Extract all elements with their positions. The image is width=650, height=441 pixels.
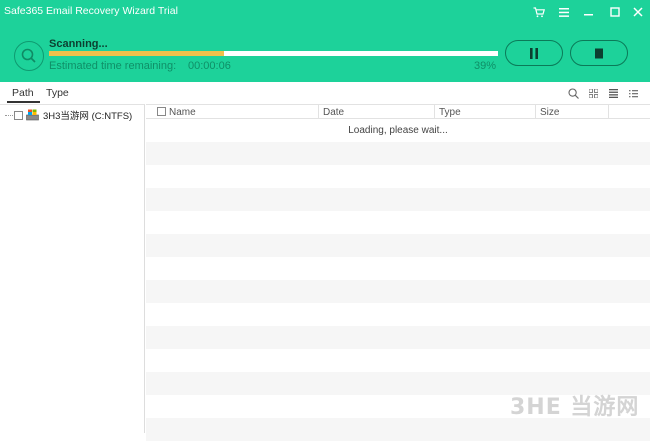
table-row [146, 303, 650, 326]
drive-icon [26, 109, 39, 121]
table-row [146, 280, 650, 303]
tree-connector [5, 114, 13, 116]
search-icon [21, 48, 36, 63]
tab-type[interactable]: Type [46, 87, 69, 99]
column-divider[interactable] [318, 105, 319, 119]
table-row [146, 326, 650, 349]
pause-button[interactable] [505, 40, 563, 66]
column-date[interactable]: Date [323, 107, 344, 118]
drive-checkbox[interactable] [14, 110, 23, 120]
loading-message: Loading, please wait... [348, 125, 448, 136]
drive-label: 3H3当游网 (C:NTFS) [43, 111, 133, 122]
column-divider[interactable] [608, 105, 609, 119]
stop-button[interactable] [570, 40, 628, 66]
column-divider[interactable] [535, 105, 536, 119]
table-row [146, 257, 650, 280]
table-row [146, 211, 650, 234]
app-title: Safe365 Email Recovery Wizard Trial [4, 5, 178, 17]
column-name[interactable]: Name [169, 107, 196, 118]
scan-status-label: Scanning... [49, 38, 108, 50]
pause-icon [530, 47, 538, 59]
scan-progress-fill [49, 51, 225, 56]
stop-icon [595, 48, 603, 58]
estimated-time-label: Estimated time remaining: [49, 60, 177, 72]
progress-percent: 39% [473, 60, 496, 72]
column-type[interactable]: Type [439, 107, 461, 118]
scan-progress-bar [49, 51, 498, 56]
tab-path[interactable]: Path [12, 87, 34, 99]
table-row [146, 142, 650, 165]
cart-icon[interactable] [530, 4, 548, 20]
tree-item-drive[interactable]: 3H3当游网 (C:NTFS) [5, 108, 132, 122]
path-tree-panel: 3H3当游网 (C:NTFS) [0, 104, 145, 433]
file-list-panel: Name Date Type Size Loading, please wait… [146, 104, 650, 441]
close-icon[interactable] [629, 4, 647, 20]
table-row [146, 349, 650, 372]
column-size[interactable]: Size [540, 107, 559, 118]
table-row [146, 234, 650, 257]
detail-view-icon[interactable] [627, 87, 639, 99]
table-row [146, 165, 650, 188]
active-tab-indicator [7, 101, 40, 103]
scan-status-circle [14, 41, 44, 71]
menu-icon[interactable] [555, 4, 573, 20]
estimated-time-value: 00:00:06 [188, 60, 231, 72]
list-view-icon[interactable] [607, 87, 619, 99]
table-row [146, 418, 650, 441]
column-divider[interactable] [434, 105, 435, 119]
view-tabs: Path Type [0, 84, 146, 104]
watermark: 3HE 当游网 [510, 395, 640, 420]
minimize-icon[interactable] [580, 4, 598, 20]
search-icon[interactable] [567, 87, 579, 99]
select-all-checkbox[interactable] [157, 107, 166, 116]
table-row [146, 188, 650, 211]
maximize-icon[interactable] [606, 4, 624, 20]
header-bar: Safe365 Email Recovery Wizard Trial Scan… [0, 0, 650, 82]
grid-view-icon[interactable] [587, 87, 599, 99]
table-header: Name Date Type Size [146, 104, 650, 119]
